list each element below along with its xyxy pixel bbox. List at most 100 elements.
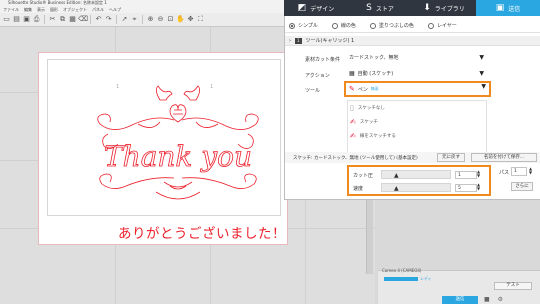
chevron-right-icon: › bbox=[289, 37, 291, 44]
action-label: アクション bbox=[305, 73, 330, 79]
force-slider[interactable]: ▲ bbox=[381, 170, 451, 179]
slider-thumb-icon[interactable]: ▲ bbox=[394, 172, 399, 179]
save-icon[interactable]: ▣ bbox=[22, 15, 31, 24]
library-icon: ⬇ bbox=[423, 2, 431, 13]
mode-line[interactable]: 線の色 bbox=[331, 22, 356, 29]
force-row: カット圧 ▲ 1 ▲ ▼ bbox=[353, 169, 487, 181]
speed-spinner-icon[interactable]: ▲ ▼ bbox=[477, 183, 480, 191]
action-value: 自動 (スケッチ) bbox=[357, 71, 394, 77]
tool-option[interactable]: ✍ スケッチ bbox=[348, 115, 486, 129]
caret-down-icon: ▼ bbox=[479, 70, 484, 77]
tool-header-label: ツール(キャリッジ) 1 bbox=[305, 38, 355, 44]
save-as-button[interactable]: 名前を付けて保存... bbox=[471, 153, 537, 162]
test-button[interactable]: テスト bbox=[494, 282, 532, 290]
cut-icon[interactable]: ✂ bbox=[48, 15, 57, 24]
advanced-button[interactable]: さらに bbox=[511, 182, 533, 191]
panel-background bbox=[375, 200, 540, 270]
copy-icon[interactable]: ⧉ bbox=[58, 15, 67, 24]
print-icon[interactable]: ⎙ bbox=[32, 15, 41, 24]
scroll-top-right bbox=[181, 113, 259, 130]
speed-label: 速度 bbox=[353, 185, 364, 192]
mode-layer-label: レイヤー bbox=[436, 23, 457, 29]
tab-send[interactable]: ▣ 送信 bbox=[476, 0, 540, 16]
speed-row: 速度 ▲ 5 ▲ ▼ bbox=[353, 182, 487, 194]
sketch-line-icon: ✍ bbox=[350, 131, 356, 140]
pan-icon[interactable]: ✋ bbox=[176, 15, 185, 24]
tab-send-label: 送信 bbox=[508, 5, 521, 13]
delete-icon[interactable]: ⌫ bbox=[78, 15, 88, 24]
tool-value-tag: 無彩 bbox=[370, 86, 379, 91]
material-select[interactable]: カードストック、無地 ▼ bbox=[347, 53, 487, 63]
menu-edit[interactable]: 編集 bbox=[24, 6, 32, 13]
action-select[interactable]: ▦ 自動 (スケッチ) ▼ bbox=[347, 69, 487, 79]
zoom-in-icon[interactable]: ⊕ bbox=[146, 15, 155, 24]
tool-option[interactable]: ✍ 線をスケッチする bbox=[348, 129, 486, 143]
pass-spinner-icon[interactable]: ▲ ▼ bbox=[529, 167, 532, 175]
top-nav: ◩ デザイン S ストア ⬇ ライブラリ ▣ 送信 bbox=[284, 0, 540, 16]
settings-icon[interactable]: ⚙ bbox=[498, 296, 503, 303]
open-icon[interactable]: ▤ bbox=[12, 15, 21, 24]
point-edit-icon[interactable]: ⌖ bbox=[130, 15, 139, 24]
caret-down-icon: ▼ bbox=[479, 54, 484, 61]
select-icon[interactable]: ➚ bbox=[120, 15, 129, 24]
tab-store[interactable]: S ストア bbox=[348, 0, 412, 16]
menu-help[interactable]: ヘルプ bbox=[109, 6, 121, 13]
undo-icon[interactable]: ↶ bbox=[94, 15, 103, 24]
slider-thumb-icon[interactable]: ▲ bbox=[394, 185, 399, 192]
thank-you-message[interactable]: ありがとうございました！ bbox=[118, 222, 286, 242]
tool-option-label: スケッチ bbox=[359, 120, 378, 125]
reset-button[interactable]: 元に戻す bbox=[437, 153, 465, 162]
fullscreen-icon[interactable]: ⛶ bbox=[196, 15, 205, 24]
menu-object[interactable]: オブジェクト bbox=[63, 6, 87, 13]
move-icon[interactable]: ✥ bbox=[186, 15, 195, 24]
send-button[interactable]: 送信 bbox=[442, 296, 478, 304]
vertical-scrollbar[interactable] bbox=[366, 190, 373, 274]
redo-icon[interactable]: ↷ bbox=[104, 15, 113, 24]
sketch-icon: ✍ bbox=[350, 117, 356, 126]
mode-layer[interactable]: レイヤー bbox=[427, 22, 457, 29]
force-spinner-icon[interactable]: ▲ ▼ bbox=[477, 170, 480, 178]
tab-library[interactable]: ⬇ ライブラリ bbox=[412, 0, 476, 16]
tool-select[interactable]: ✎ ペン 無彩 ▼ bbox=[344, 81, 491, 97]
zoom-out-icon[interactable]: ⊖ bbox=[156, 15, 165, 24]
toolbar-divider bbox=[116, 15, 117, 24]
main-toolbar: ▭ ▤ ▣ ⎙ ✂ ⧉ ▦ ⌫ ↶ ↷ ➚ ⌖ ⊕ ⊖ ⊡ ✋ ✥ ⛶ bbox=[0, 13, 284, 27]
force-input[interactable]: 1 bbox=[455, 171, 477, 179]
caret-down-icon: ▼ bbox=[481, 83, 486, 90]
auto-sketch-icon: ▦ bbox=[349, 70, 355, 77]
device-label: Cameo 4 (CAMEO4) bbox=[382, 268, 422, 273]
scroll-bottom-right bbox=[181, 173, 257, 189]
thank-you-text: Thank you bbox=[104, 140, 252, 173]
paste-icon[interactable]: ▦ bbox=[68, 15, 77, 24]
zoom-fit-icon[interactable]: ⊡ bbox=[166, 15, 175, 24]
tab-design[interactable]: ◩ デザイン bbox=[284, 0, 348, 16]
stop-icon[interactable]: ■ bbox=[484, 296, 490, 303]
speed-slider[interactable]: ▲ bbox=[381, 183, 451, 192]
pass-label: パス bbox=[499, 170, 510, 176]
menu-shape[interactable]: 図形 bbox=[50, 6, 58, 13]
toolbar-divider bbox=[142, 15, 143, 24]
pen-icon: ✎ bbox=[349, 84, 355, 93]
menu-view[interactable]: 表示 bbox=[37, 6, 45, 13]
thank-you-design[interactable]: Thank you bbox=[78, 82, 278, 214]
menu-panel[interactable]: パネル bbox=[92, 6, 104, 13]
progress-label: レディ bbox=[420, 276, 432, 281]
tool-header[interactable]: › 1 ツール(キャリッジ) 1 bbox=[285, 36, 540, 46]
send-icon: ▣ bbox=[495, 2, 505, 13]
tool-option[interactable]: ▯ スケッチなし bbox=[348, 101, 486, 115]
material-label: 素材カット条件 bbox=[305, 57, 341, 63]
send-panel: シンプル 線の色 塗りつぶしの色 レイヤー › 1 ツール(キャリッジ) 1 素… bbox=[284, 16, 540, 200]
new-icon[interactable]: ▭ bbox=[2, 15, 11, 24]
mode-fill[interactable]: 塗りつぶしの色 bbox=[369, 22, 414, 29]
radio-icon bbox=[331, 22, 338, 29]
speed-input[interactable]: 5 bbox=[455, 184, 477, 192]
tool-options-list: ▯ スケッチなし ✍ スケッチ ✍ 線をスケッチする bbox=[347, 100, 487, 158]
progress-bar bbox=[384, 277, 418, 281]
radio-icon bbox=[369, 22, 376, 29]
menu-file[interactable]: ファイル bbox=[3, 6, 19, 13]
mode-simple[interactable]: シンプル bbox=[289, 22, 318, 29]
force-label: カット圧 bbox=[353, 172, 374, 179]
store-icon: S bbox=[366, 2, 372, 13]
pass-input[interactable]: 1 bbox=[511, 167, 527, 176]
radio-icon bbox=[289, 22, 295, 29]
